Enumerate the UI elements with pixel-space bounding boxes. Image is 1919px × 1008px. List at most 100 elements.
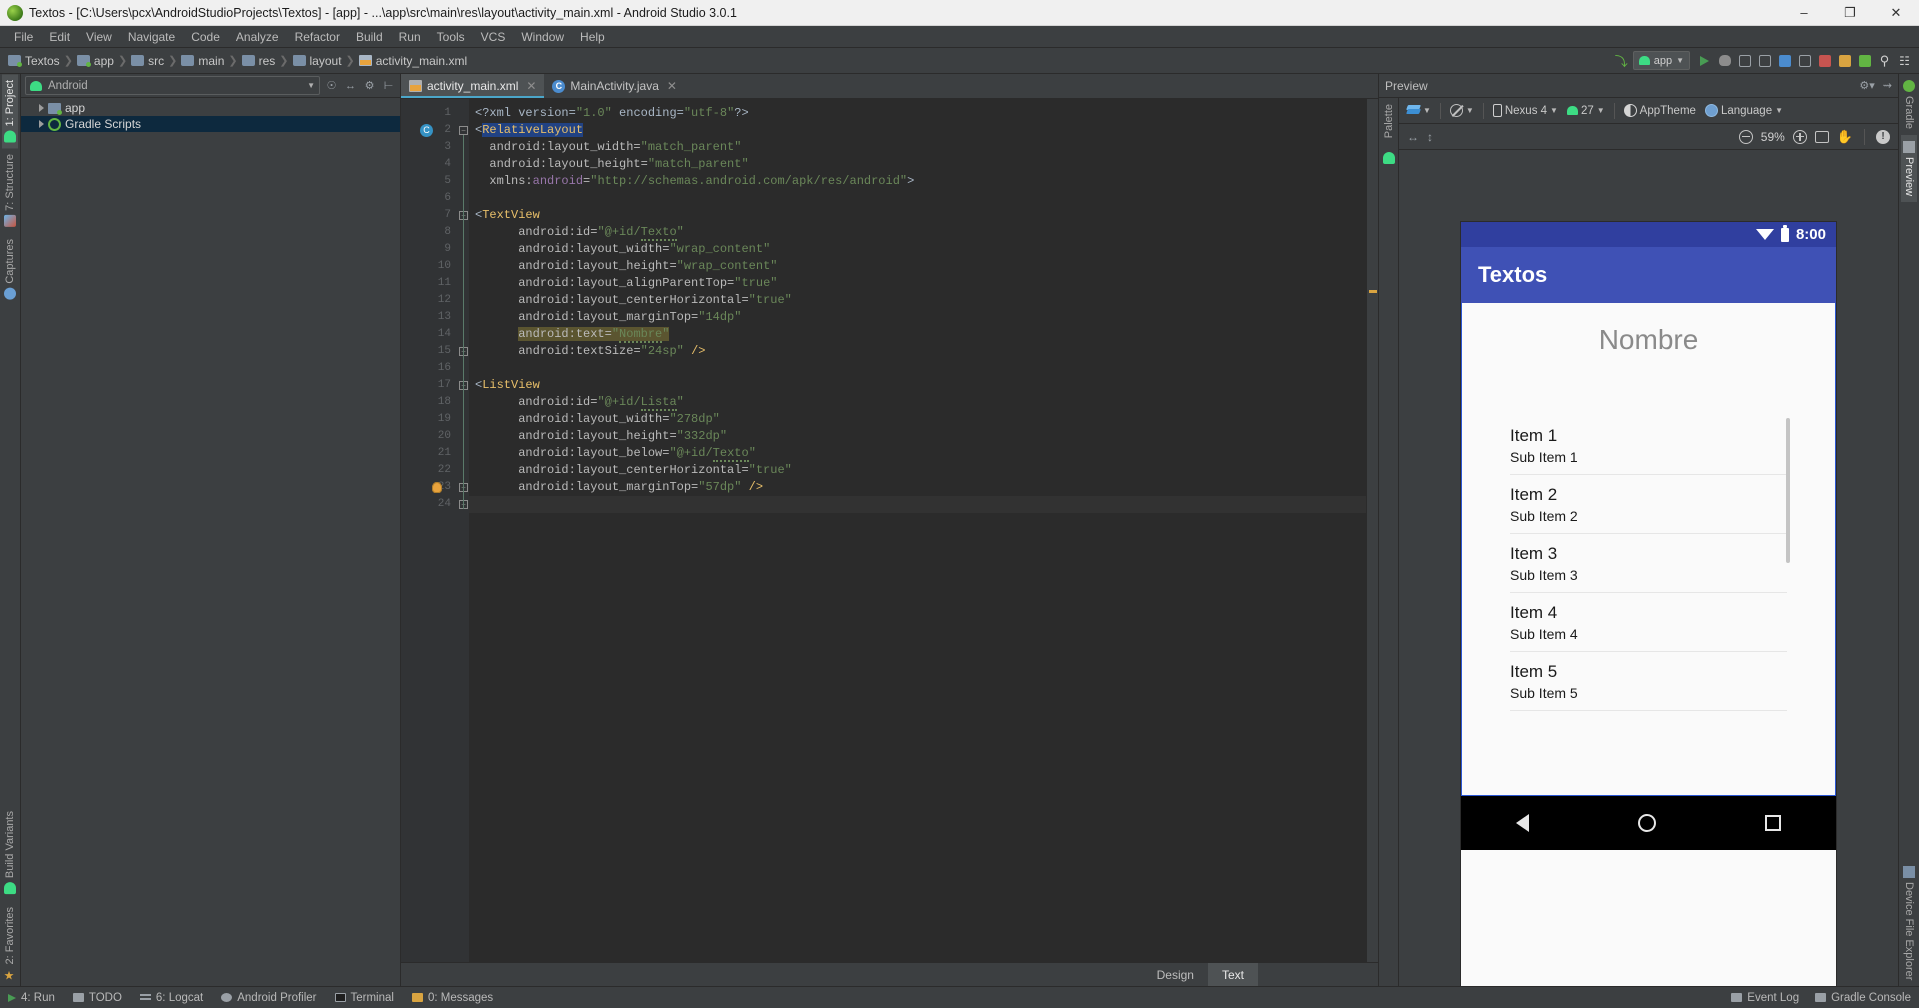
menu-analyze[interactable]: Analyze — [228, 28, 287, 46]
status-event-log[interactable]: Event Log — [1731, 992, 1799, 1004]
layout-inspector-icon[interactable] — [1856, 52, 1873, 69]
zoom-in-button[interactable] — [1792, 129, 1807, 144]
tool-tab-palette[interactable]: Palette — [1381, 98, 1397, 146]
list-item[interactable]: Item 4 Sub Item 4 — [1510, 593, 1787, 652]
list-item[interactable]: Item 3 Sub Item 3 — [1510, 534, 1787, 593]
settings-gear-icon[interactable]: ⚙▾ — [1859, 79, 1874, 92]
api-level-selector[interactable]: 27 ▼ — [1564, 103, 1608, 119]
sync-project-icon[interactable]: ⤵ — [1613, 52, 1630, 69]
attach-debugger-icon[interactable] — [1736, 52, 1753, 69]
recents-button-icon[interactable] — [1765, 815, 1782, 831]
warning-marker[interactable] — [1369, 290, 1377, 293]
run-button[interactable] — [1696, 52, 1713, 69]
preview-canvas[interactable]: 8:00 Textos Nombre Item 1 Sub Item 1 Ite… — [1399, 150, 1898, 986]
code-folding-column[interactable]: −−−−−− — [457, 99, 469, 962]
settings-gear-icon[interactable]: ⚙ — [362, 78, 377, 93]
editor-tab-mainactivity-java[interactable]: C MainActivity.java ✕ — [544, 74, 685, 98]
breadcrumb-layout[interactable]: layout — [291, 54, 344, 68]
tab-text[interactable]: Text — [1207, 963, 1258, 986]
breadcrumb-textos[interactable]: Textos — [6, 54, 62, 68]
status-logcat[interactable]: 6: Logcat — [139, 992, 203, 1004]
close-icon[interactable]: ✕ — [667, 79, 677, 93]
zoom-out-button[interactable] — [1738, 129, 1753, 144]
hide-panel-icon[interactable]: ⊢ — [381, 78, 396, 93]
breadcrumb-app[interactable]: app — [75, 54, 116, 68]
run-configuration-selector[interactable]: app ▼ — [1632, 51, 1690, 70]
vertical-resize-icon[interactable]: ↕ — [1427, 130, 1433, 144]
tree-item-gradle-scripts[interactable]: Gradle Scripts — [21, 116, 400, 132]
class-marker-icon[interactable]: C — [420, 124, 433, 137]
expand-all-icon[interactable]: ↔ — [343, 78, 358, 93]
menu-vcs[interactable]: VCS — [473, 28, 514, 46]
project-view-selector[interactable]: Android ▼ — [25, 76, 320, 95]
maximize-button[interactable]: ❐ — [1827, 0, 1873, 25]
menu-file[interactable]: File — [6, 28, 41, 46]
breadcrumb-activity-main-xml[interactable]: activity_main.xml — [357, 54, 469, 68]
breadcrumb-res[interactable]: res — [240, 54, 278, 68]
tool-tab-gradle[interactable]: Gradle — [1901, 74, 1917, 135]
tool-tab-preview[interactable]: Preview — [1901, 135, 1917, 203]
menu-window[interactable]: Window — [513, 28, 572, 46]
tool-tab-build-variants[interactable]: Build Variants — [2, 805, 18, 900]
menu-tools[interactable]: Tools — [429, 28, 473, 46]
tool-tab-project[interactable]: 1: Project — [2, 74, 18, 149]
back-button-icon[interactable] — [1515, 814, 1529, 832]
menu-refactor[interactable]: Refactor — [287, 28, 348, 46]
intention-bulb-icon[interactable] — [432, 482, 442, 493]
status-run[interactable]: 4: Run — [8, 992, 55, 1004]
menu-edit[interactable]: Edit — [41, 28, 78, 46]
zoom-to-fit-icon[interactable] — [1814, 130, 1829, 143]
tab-design[interactable]: Design — [1143, 963, 1208, 986]
menu-navigate[interactable]: Navigate — [120, 28, 183, 46]
status-terminal[interactable]: Terminal — [334, 992, 394, 1004]
horizontal-resize-icon[interactable]: ↔ — [1407, 130, 1419, 144]
list-scrollbar[interactable] — [1786, 418, 1790, 563]
status-todo[interactable]: TODO — [72, 992, 122, 1004]
sdk-manager-icon[interactable] — [1816, 52, 1833, 69]
menu-code[interactable]: Code — [183, 28, 228, 46]
issues-icon[interactable]: ! — [1876, 129, 1890, 144]
pan-hand-icon[interactable]: ✋ — [1837, 129, 1853, 145]
status-android-profiler[interactable]: Android Profiler — [221, 992, 317, 1004]
orientation-button[interactable]: ▼ — [1447, 102, 1477, 119]
source-code-text[interactable]: <?xml version="1.0" encoding="utf-8"?> <R… — [469, 99, 1366, 962]
search-icon[interactable]: ⚲ — [1876, 52, 1893, 69]
menu-run[interactable]: Run — [391, 28, 429, 46]
hide-panel-icon[interactable]: ⇝ — [1883, 79, 1892, 92]
collapse-all-icon[interactable]: ☉ — [324, 78, 339, 93]
help-icon[interactable]: ☷ — [1896, 52, 1913, 69]
tool-tab-favorites[interactable]: ★ 2: Favorites — [2, 901, 18, 986]
code-editor[interactable]: 1 2 C 3 4 5 6 7 8 9 10 11 12 13 14 15 16 17 18 19 20 21 22 23 24… — [401, 99, 1378, 962]
close-button[interactable]: ✕ — [1873, 0, 1919, 25]
tool-tab-captures[interactable]: Captures — [2, 233, 18, 306]
chevron-right-icon[interactable] — [39, 120, 44, 128]
tool-tab-device-file-explorer[interactable]: Device File Explorer — [1901, 860, 1917, 986]
project-structure-icon[interactable] — [1836, 52, 1853, 69]
chevron-right-icon[interactable] — [39, 104, 44, 112]
device-selector[interactable]: Nexus 4 ▼ — [1490, 102, 1561, 119]
status-messages[interactable]: 0: Messages — [411, 992, 493, 1004]
home-button-icon[interactable] — [1637, 814, 1656, 832]
editor-tab-activity-main-xml[interactable]: activity_main.xml ✕ — [401, 74, 545, 98]
menu-view[interactable]: View — [78, 28, 120, 46]
menu-help[interactable]: Help — [572, 28, 613, 46]
list-item[interactable]: Item 5 Sub Item 5 — [1510, 652, 1787, 711]
close-icon[interactable]: ✕ — [526, 79, 536, 93]
avd-manager-icon[interactable] — [1796, 52, 1813, 69]
list-item[interactable]: Item 1 Sub Item 1 — [1510, 416, 1787, 475]
language-selector[interactable]: Language ▼ — [1702, 102, 1786, 119]
tool-tab-structure[interactable]: 7: Structure — [2, 148, 18, 233]
profile-icon[interactable] — [1756, 52, 1773, 69]
fold-collapse-icon[interactable]: − — [459, 126, 468, 135]
layers-button[interactable]: ▼ — [1404, 103, 1434, 119]
breadcrumb-main[interactable]: main — [179, 54, 226, 68]
list-item[interactable]: Item 2 Sub Item 2 — [1510, 475, 1787, 534]
sync-gradle-icon[interactable] — [1776, 52, 1793, 69]
theme-selector[interactable]: AppTheme — [1621, 102, 1699, 119]
minimize-button[interactable]: – — [1781, 0, 1827, 25]
error-marker-strip[interactable] — [1366, 99, 1378, 962]
breadcrumb-src[interactable]: src — [129, 54, 166, 68]
status-gradle-console[interactable]: Gradle Console — [1815, 992, 1911, 1004]
debug-button[interactable] — [1716, 52, 1733, 69]
menu-build[interactable]: Build — [348, 28, 391, 46]
